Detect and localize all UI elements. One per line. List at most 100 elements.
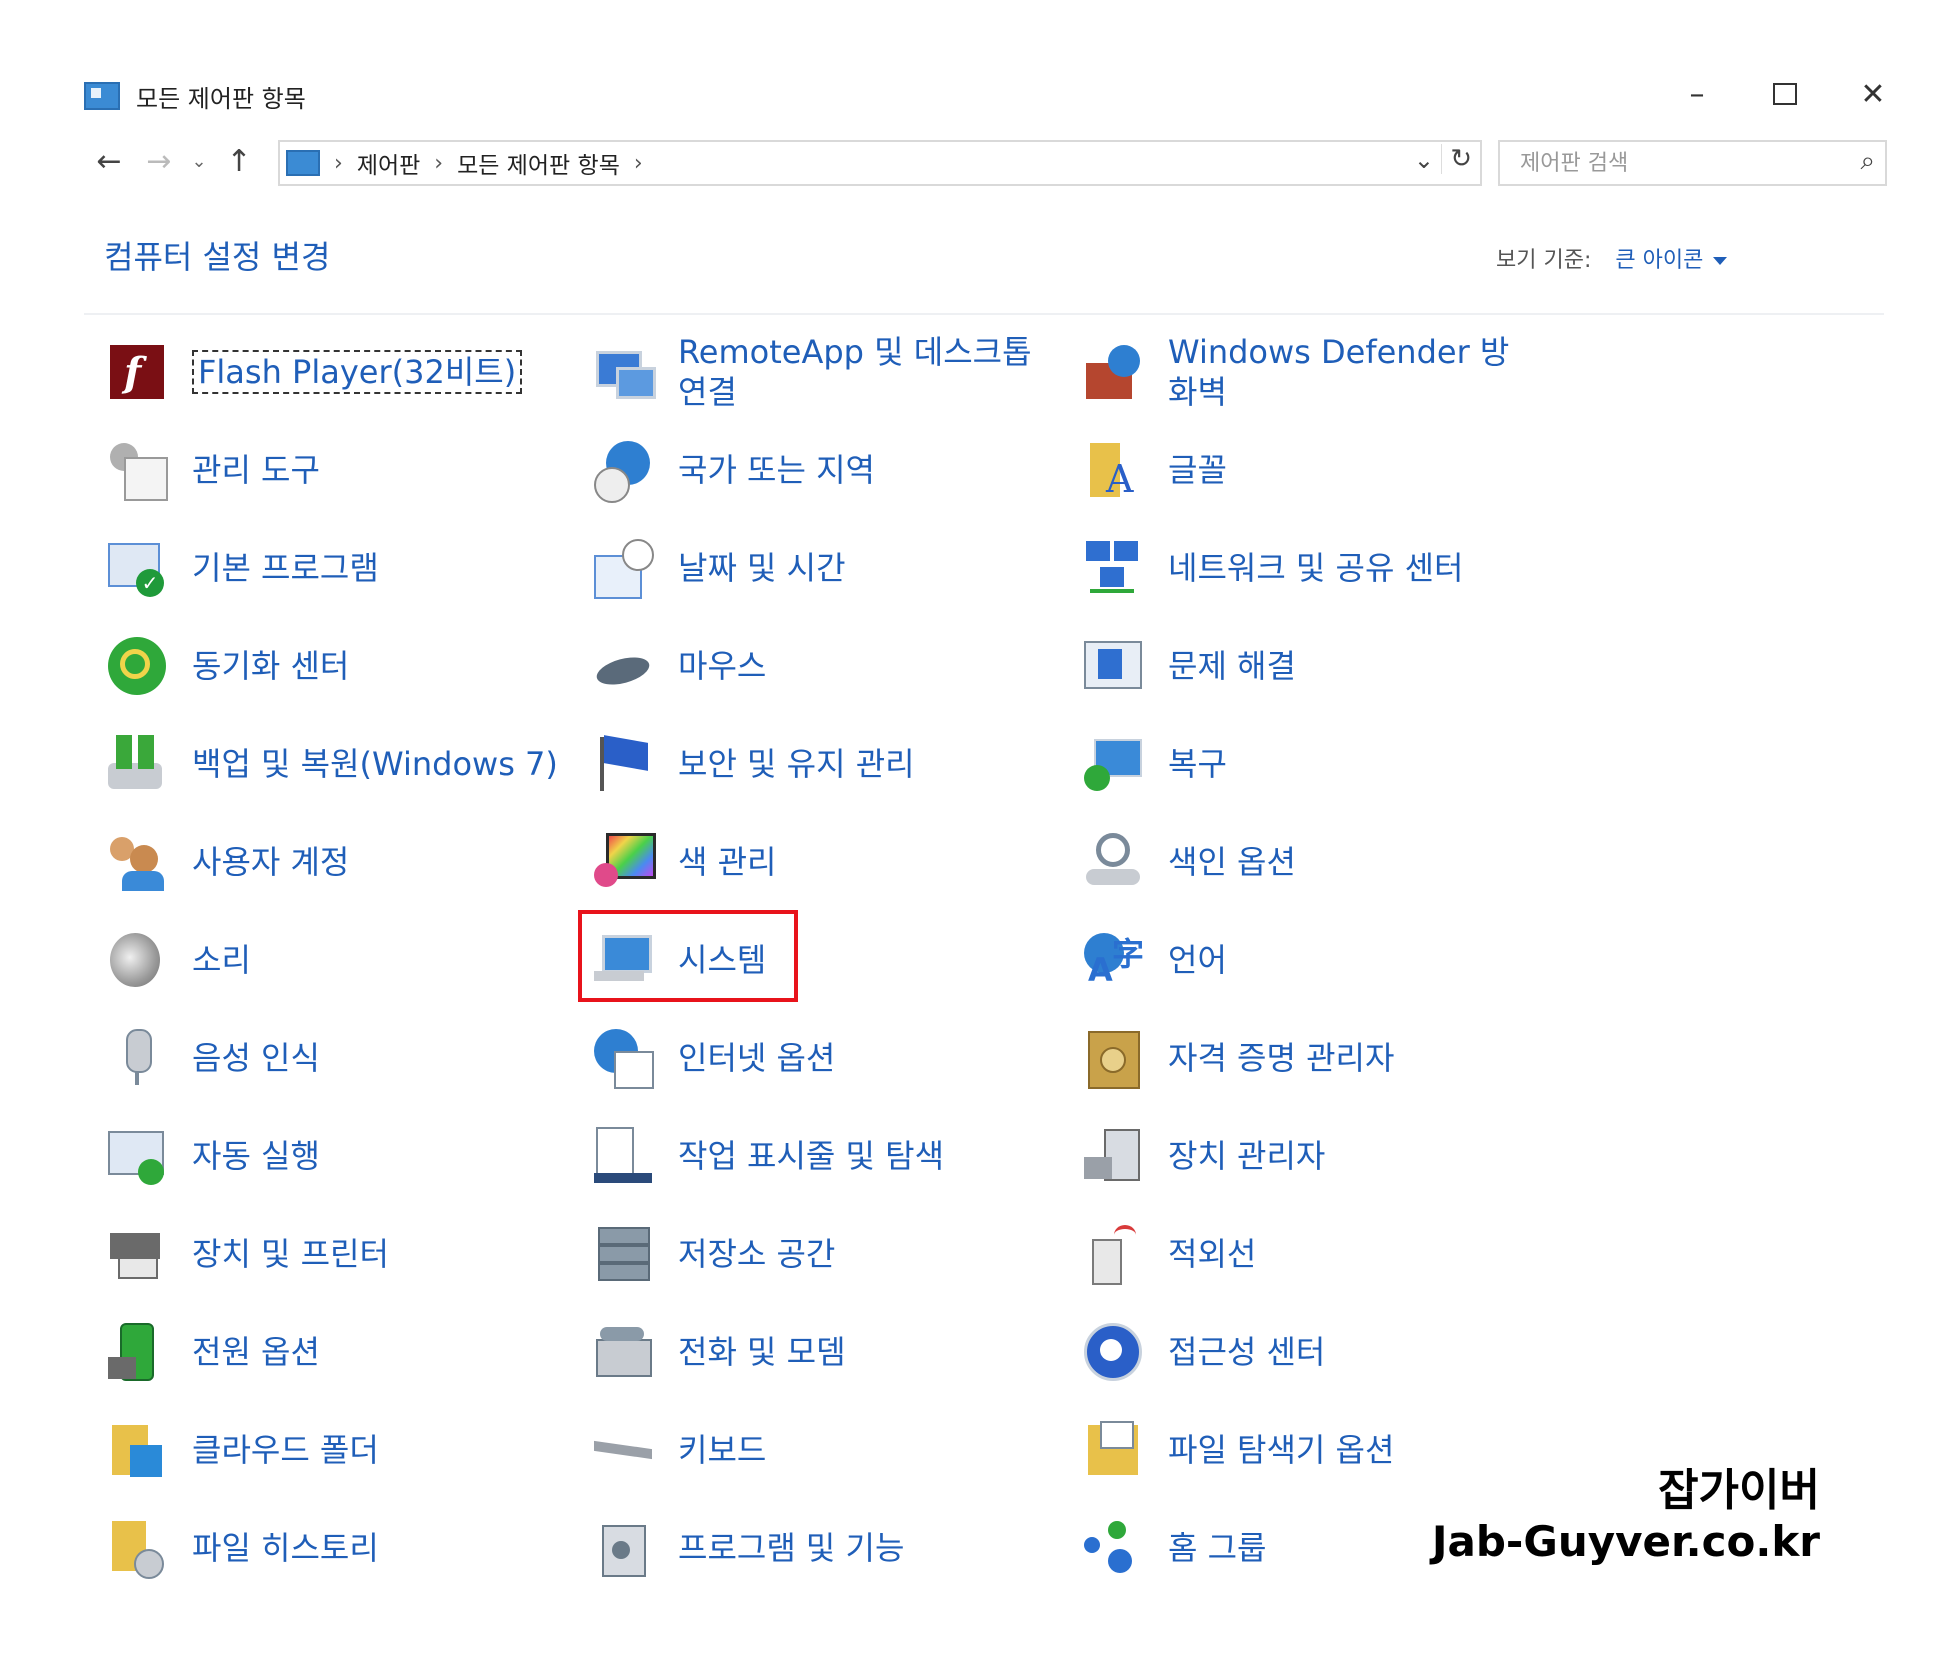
item-label: Windows Defender 방화벽	[1168, 333, 1510, 411]
calendar-clock-icon	[592, 537, 654, 599]
item-infrared[interactable]: 적외선	[1082, 1214, 1256, 1294]
item-label: 국가 또는 지역	[678, 451, 875, 489]
item-label: 복구	[1168, 745, 1227, 783]
watermark-line1: 잡가이버	[1658, 1465, 1820, 1516]
item-phone-modem[interactable]: 전화 및 모뎀	[592, 1312, 846, 1392]
item-sound[interactable]: 소리	[106, 920, 251, 1000]
indexing-icon	[1082, 831, 1144, 893]
item-devices-printers[interactable]: 장치 및 프린터	[106, 1214, 389, 1294]
recent-locations-button[interactable]: ⌄	[184, 151, 214, 172]
chevron-down-icon[interactable]: ⌄	[1414, 146, 1434, 174]
item-label: RemoteApp 및 데스크톱 연결	[678, 333, 1032, 411]
item-keyboard[interactable]: 키보드	[592, 1410, 766, 1490]
forward-button[interactable]: →	[134, 144, 184, 179]
sync-icon	[106, 635, 168, 697]
keyboard-icon	[592, 1419, 654, 1481]
search-box[interactable]: ⌕	[1498, 140, 1887, 186]
item-ease-of-access[interactable]: 접근성 센터	[1082, 1312, 1325, 1392]
item-storage-spaces[interactable]: 저장소 공간	[592, 1214, 835, 1294]
item-region[interactable]: 국가 또는 지역	[592, 430, 875, 510]
item-label: 문제 해결	[1168, 647, 1296, 685]
view-by-value: 큰 아이콘	[1615, 248, 1704, 273]
item-flash-player[interactable]: f Flash Player(32비트)	[106, 332, 523, 412]
control-panel-icon	[286, 150, 320, 176]
item-backup-restore[interactable]: 백업 및 복원(Windows 7)	[106, 724, 558, 804]
item-file-history[interactable]: 파일 히스토리	[106, 1508, 379, 1588]
item-admin-tools[interactable]: 관리 도구	[106, 430, 320, 510]
item-taskbar-navigation[interactable]: 작업 표시줄 및 탐색	[592, 1116, 944, 1196]
globe-clock-icon	[592, 439, 654, 503]
item-label: 보안 및 유지 관리	[678, 745, 915, 783]
up-button[interactable]: ↑	[214, 144, 264, 179]
item-label: 색인 옵션	[1168, 843, 1296, 881]
item-date-time[interactable]: 날짜 및 시간	[592, 528, 846, 608]
item-label: 글꼴	[1168, 451, 1227, 489]
recovery-icon	[1082, 733, 1144, 795]
item-label: 적외선	[1168, 1235, 1257, 1273]
item-label: 전화 및 모뎀	[678, 1333, 846, 1371]
search-icon[interactable]: ⌕	[1860, 146, 1875, 177]
item-label: 동기화 센터	[192, 647, 350, 685]
item-speech-recognition[interactable]: 음성 인식	[106, 1018, 320, 1098]
item-label: 프로그램 및 기능	[678, 1529, 905, 1567]
search-input[interactable]	[1500, 149, 1842, 177]
breadcrumb-all-items[interactable]: 모든 제어판 항목	[457, 146, 620, 180]
item-homegroup[interactable]: 홈 그룹	[1082, 1508, 1267, 1588]
item-language[interactable]: 字 A 언어	[1082, 920, 1227, 1000]
item-default-programs[interactable]: ✓ 기본 프로그램	[106, 528, 379, 608]
item-internet-options[interactable]: 인터넷 옵션	[592, 1018, 835, 1098]
back-button[interactable]: ←	[84, 144, 134, 179]
view-by-dropdown[interactable]: 큰 아이콘	[1615, 242, 1728, 274]
homegroup-icon	[1082, 1517, 1144, 1579]
item-remoteapp[interactable]: RemoteApp 및 데스크톱 연결	[592, 332, 1038, 412]
maximize-button[interactable]	[1760, 72, 1810, 116]
item-autoplay[interactable]: 자동 실행	[106, 1116, 320, 1196]
item-label: 날짜 및 시간	[678, 549, 846, 587]
item-windows-defender-firewall[interactable]: Windows Defender 방화벽	[1082, 332, 1528, 412]
item-system[interactable]: 시스템	[592, 920, 766, 1000]
item-programs-features[interactable]: 프로그램 및 기능	[592, 1508, 904, 1588]
item-indexing-options[interactable]: 색인 옵션	[1082, 822, 1296, 902]
item-label: 기본 프로그램	[192, 549, 379, 587]
address-bar[interactable]: › 제어판 › 모든 제어판 항목 › ⌄ ↻	[278, 140, 1482, 186]
power-options-icon	[106, 1321, 168, 1383]
item-power-options[interactable]: 전원 옵션	[106, 1312, 320, 1392]
item-label: 마우스	[678, 647, 767, 685]
microphone-icon	[106, 1027, 168, 1089]
item-device-manager[interactable]: 장치 관리자	[1082, 1116, 1325, 1196]
breadcrumb-control-panel[interactable]: 제어판	[357, 146, 420, 180]
chevron-right-icon[interactable]: ›	[634, 151, 643, 176]
item-recovery[interactable]: 복구	[1082, 724, 1227, 804]
item-label: 접근성 센터	[1168, 1333, 1326, 1371]
maximize-icon	[1773, 83, 1797, 105]
autoplay-icon	[106, 1125, 168, 1187]
item-credential-manager[interactable]: 자격 증명 관리자	[1082, 1018, 1394, 1098]
item-label: 자격 증명 관리자	[1168, 1039, 1395, 1077]
chevron-right-icon[interactable]: ›	[434, 151, 443, 176]
minimize-button[interactable]: –	[1672, 72, 1722, 116]
item-label: 소리	[192, 941, 251, 979]
item-file-explorer-options[interactable]: 파일 탐색기 옵션	[1082, 1410, 1394, 1490]
item-work-folders[interactable]: 클라우드 폴더	[106, 1410, 379, 1490]
item-mouse[interactable]: 마우스	[592, 626, 766, 706]
programs-features-icon	[592, 1517, 654, 1579]
item-label: 관리 도구	[192, 451, 320, 489]
mouse-icon	[592, 635, 654, 697]
item-sync-center[interactable]: 동기화 센터	[106, 626, 349, 706]
item-security-maintenance[interactable]: 보안 및 유지 관리	[592, 724, 915, 804]
refresh-icon[interactable]: ↻	[1441, 144, 1472, 174]
item-network-sharing[interactable]: 네트워크 및 공유 센터	[1082, 528, 1463, 608]
item-label: 음성 인식	[192, 1039, 320, 1077]
item-label: 파일 탐색기 옵션	[1168, 1431, 1395, 1469]
page-heading: 컴퓨터 설정 변경	[104, 238, 331, 276]
device-manager-icon	[1082, 1125, 1144, 1187]
item-user-accounts[interactable]: 사용자 계정	[106, 822, 349, 902]
item-label: 시스템	[678, 941, 767, 979]
item-label: 색 관리	[678, 843, 777, 881]
close-button[interactable]: ✕	[1848, 72, 1898, 116]
item-fonts[interactable]: A 글꼴	[1082, 430, 1227, 510]
item-troubleshooting[interactable]: 문제 해결	[1082, 626, 1296, 706]
divider	[84, 313, 1884, 315]
flash-icon: f	[106, 341, 168, 403]
item-color-management[interactable]: 색 관리	[592, 822, 777, 902]
